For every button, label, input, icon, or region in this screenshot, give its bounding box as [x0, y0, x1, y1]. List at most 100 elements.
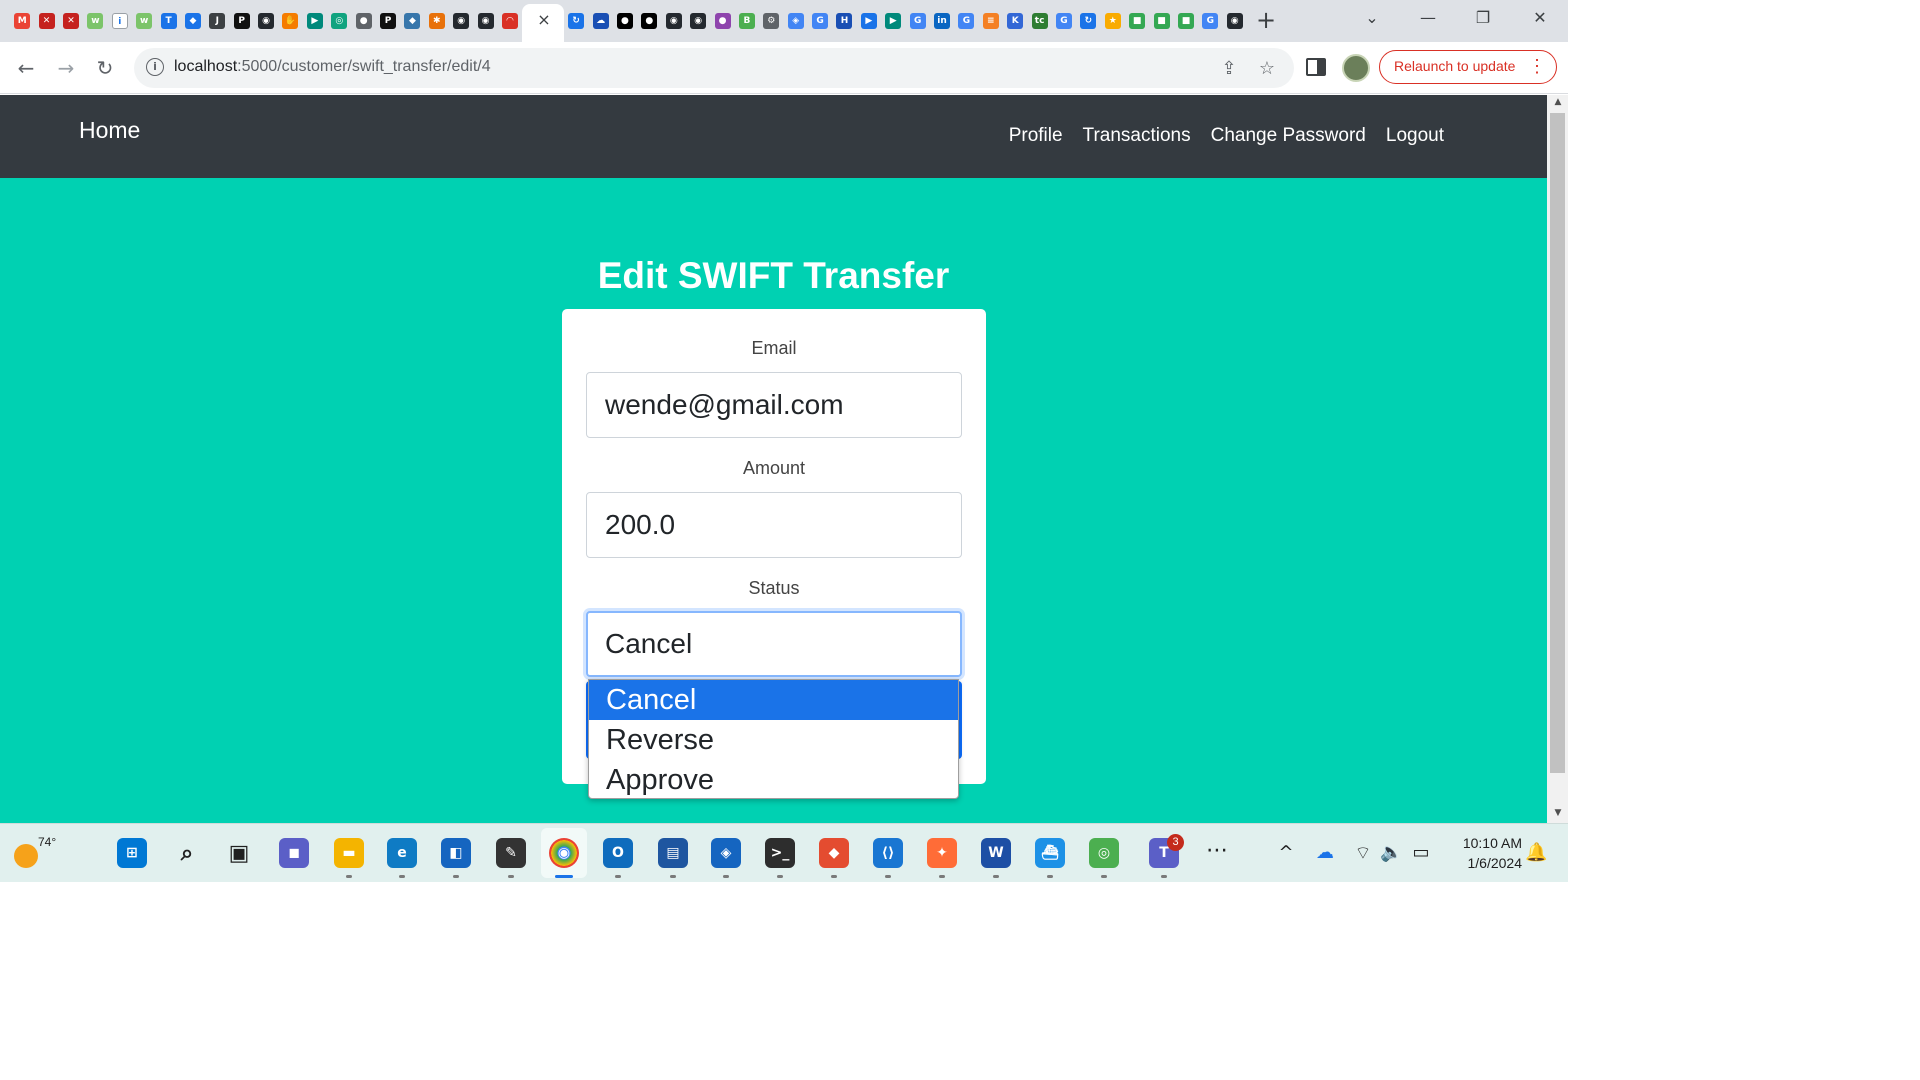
outlook-icon[interactable]: O — [603, 838, 633, 868]
notification-bell-icon[interactable]: 🔔 — [1525, 842, 1547, 864]
home-link[interactable]: Home — [79, 117, 140, 144]
pinned-tab-linkedin-app[interactable]: in — [930, 8, 954, 34]
pinned-tab-tc-app[interactable]: tc — [1027, 8, 1051, 34]
terminal-icon[interactable]: >_ — [765, 838, 795, 868]
pinned-tab-red-app-1[interactable]: ✕ — [34, 8, 58, 34]
pinned-tab-green-app-2[interactable]: ■ — [1149, 8, 1173, 34]
share-icon[interactable]: ⇪ — [1218, 58, 1240, 80]
pinned-tab-stack-app[interactable]: ≡ — [979, 8, 1003, 34]
side-panel-icon[interactable] — [1306, 58, 1326, 76]
pinned-tab-chatgpt-app[interactable]: ◎ — [327, 8, 351, 34]
pinned-tab-j2c[interactable]: J — [205, 8, 229, 34]
pinned-tab-star-app[interactable]: ★ — [1101, 8, 1125, 34]
pinned-tab-purple-app[interactable]: ● — [710, 8, 734, 34]
pinned-tab-meet-app-2[interactable]: ▶ — [881, 8, 905, 34]
docker-icon[interactable]: ⛴ — [1035, 838, 1065, 868]
remote-desktop-icon[interactable]: ▤ — [658, 838, 688, 868]
store-icon[interactable]: ◧ — [441, 838, 471, 868]
pinned-tab-orange-app[interactable]: ✋ — [278, 8, 302, 34]
pinned-tab-medium-2[interactable]: ● — [637, 8, 661, 34]
pinned-tab-medium-1[interactable]: ● — [613, 8, 637, 34]
pinned-tab-spark-app[interactable]: ✱ — [425, 8, 449, 34]
pinned-tab-lw-1[interactable]: w — [83, 8, 107, 34]
wifi-icon[interactable]: ⌔ — [1352, 842, 1374, 864]
site-info-icon[interactable]: i — [146, 58, 164, 76]
nav-logout-link[interactable]: Logout — [1386, 125, 1444, 147]
amount-field[interactable]: 200.0 — [586, 492, 962, 558]
pinned-tab-red-app-2[interactable]: ✕ — [59, 8, 83, 34]
pinned-tab-meet-app[interactable]: ▶ — [303, 8, 327, 34]
pinned-tab-google-5[interactable]: G — [1198, 8, 1222, 34]
pinned-tab-github-1[interactable]: ◉ — [254, 8, 278, 34]
pinned-tab-github-2[interactable]: ◉ — [449, 8, 473, 34]
file-explorer-icon[interactable]: ▬ — [334, 838, 364, 868]
pinned-tab-p-app-2[interactable]: P — [376, 8, 400, 34]
tab-close-icon[interactable]: × — [536, 10, 552, 30]
pinned-tab-python-app[interactable]: ◆ — [400, 8, 424, 34]
browser-menu-icon[interactable]: ⋮ — [1528, 51, 1546, 82]
status-option-cancel[interactable]: Cancel — [589, 680, 958, 720]
pinned-tab-hst-app[interactable]: H — [832, 8, 856, 34]
weather-widget[interactable]: 74° — [12, 834, 56, 874]
scroll-up-icon[interactable]: ▲ — [1551, 97, 1565, 107]
page-scrollbar[interactable]: ▲ ▼ — [1547, 95, 1568, 823]
pinned-tab-cloud-app[interactable]: ☁ — [588, 8, 612, 34]
scroll-down-icon[interactable]: ▼ — [1551, 808, 1565, 818]
pinned-tab-github-6[interactable]: ◉ — [1223, 8, 1247, 34]
scroll-thumb[interactable] — [1550, 113, 1565, 773]
postman-icon[interactable]: ✦ — [927, 838, 957, 868]
git-icon[interactable]: ◆ — [819, 838, 849, 868]
chrome-icon[interactable]: ◉ — [549, 838, 579, 868]
tab-search-icon[interactable]: ⌄ — [1360, 8, 1384, 30]
pinned-tab-google-3[interactable]: G — [954, 8, 978, 34]
forward-icon[interactable]: → — [52, 54, 80, 82]
pinned-tab-green-app-1[interactable]: ■ — [1125, 8, 1149, 34]
pinned-tab-gmail[interactable]: M — [10, 8, 34, 34]
volume-icon[interactable]: 🔈 — [1380, 842, 1402, 864]
back-icon[interactable]: ← — [12, 54, 40, 82]
defender-icon[interactable]: ◈ — [711, 838, 741, 868]
url-text[interactable]: localhost:5000/customer/swift_transfer/e… — [174, 58, 491, 76]
status-select[interactable]: Cancel — [586, 611, 962, 677]
tray-chevron-icon[interactable]: ^ — [1275, 842, 1297, 864]
nav-transactions-link[interactable]: Transactions — [1083, 125, 1191, 147]
more-apps-icon[interactable]: ⋯ — [1206, 838, 1228, 863]
pinned-tab-shield-app[interactable]: ◈ — [784, 8, 808, 34]
pinned-tab-github-5[interactable]: ◉ — [686, 8, 710, 34]
profile-avatar[interactable] — [1342, 54, 1370, 82]
pinned-tab-green-app-3[interactable]: ■ — [1174, 8, 1198, 34]
pinned-tab-b64-app[interactable]: B — [735, 8, 759, 34]
teams-chat-icon[interactable]: ◼ — [279, 838, 309, 868]
pinned-tab-diamond-app[interactable]: ◆ — [181, 8, 205, 34]
vscode-icon[interactable]: ⟨⟩ — [873, 838, 903, 868]
battery-icon[interactable]: ▭ — [1410, 842, 1432, 864]
bookmark-star-icon[interactable]: ☆ — [1256, 58, 1278, 80]
reload-icon[interactable]: ↻ — [91, 54, 119, 82]
minimize-icon[interactable]: — — [1416, 8, 1440, 30]
pinned-tab-google-1[interactable]: G — [808, 8, 832, 34]
pinned-tab-gear-app[interactable]: ⚙ — [759, 8, 783, 34]
pinned-tab-k-app[interactable]: K — [1003, 8, 1027, 34]
search-icon[interactable]: ⌕ — [172, 838, 202, 868]
new-tab-button[interactable]: + — [1254, 6, 1278, 36]
tool-app-icon[interactable]: ✎ — [496, 838, 526, 868]
pinned-tab-google-4[interactable]: G — [1052, 8, 1076, 34]
restore-icon[interactable]: ❐ — [1471, 8, 1495, 30]
pinned-tab-video-app[interactable]: ▶ — [857, 8, 881, 34]
relaunch-to-update-button[interactable]: Relaunch to update ⋮ — [1379, 50, 1557, 84]
pinned-tab-github-4[interactable]: ◉ — [662, 8, 686, 34]
pinned-tab-t-app[interactable]: T — [156, 8, 180, 34]
nav-change-password-link[interactable]: Change Password — [1211, 125, 1366, 147]
task-view-icon[interactable]: ▣ — [224, 838, 254, 868]
pinned-tab-arc-app[interactable]: ◠ — [498, 8, 522, 34]
pinned-tab-github-3[interactable]: ◉ — [473, 8, 497, 34]
pinned-tab-sync-app[interactable]: ↻ — [564, 8, 588, 34]
pinned-tab-lw-2[interactable]: w — [132, 8, 156, 34]
system-clock[interactable]: 10:10 AM 1/6/2024 — [1446, 833, 1522, 873]
edge-icon[interactable]: e — [387, 838, 417, 868]
pinned-tab-info-app[interactable]: i — [108, 8, 132, 34]
email-field[interactable]: wende@gmail.com — [586, 372, 962, 438]
onedrive-icon[interactable]: ☁ — [1314, 842, 1336, 864]
nav-profile-link[interactable]: Profile — [1009, 125, 1063, 147]
window-close-icon[interactable]: ✕ — [1528, 8, 1552, 30]
